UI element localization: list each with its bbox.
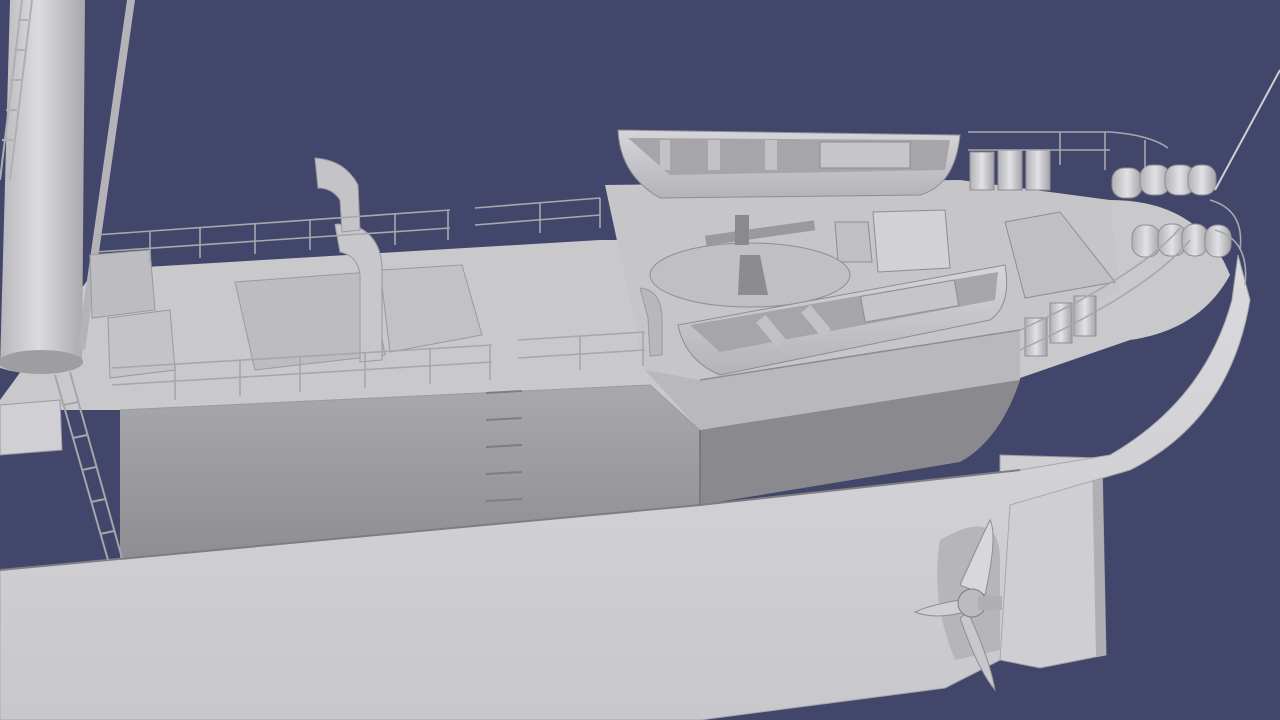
render-viewport [0,0,1280,720]
drum-rack-upper [1111,164,1217,199]
ship-render [0,0,1280,720]
lifeboat-upper [617,129,961,199]
oil-drums-upper [969,149,1051,191]
drum-rack-lower [1131,223,1232,258]
funnel [0,0,85,374]
